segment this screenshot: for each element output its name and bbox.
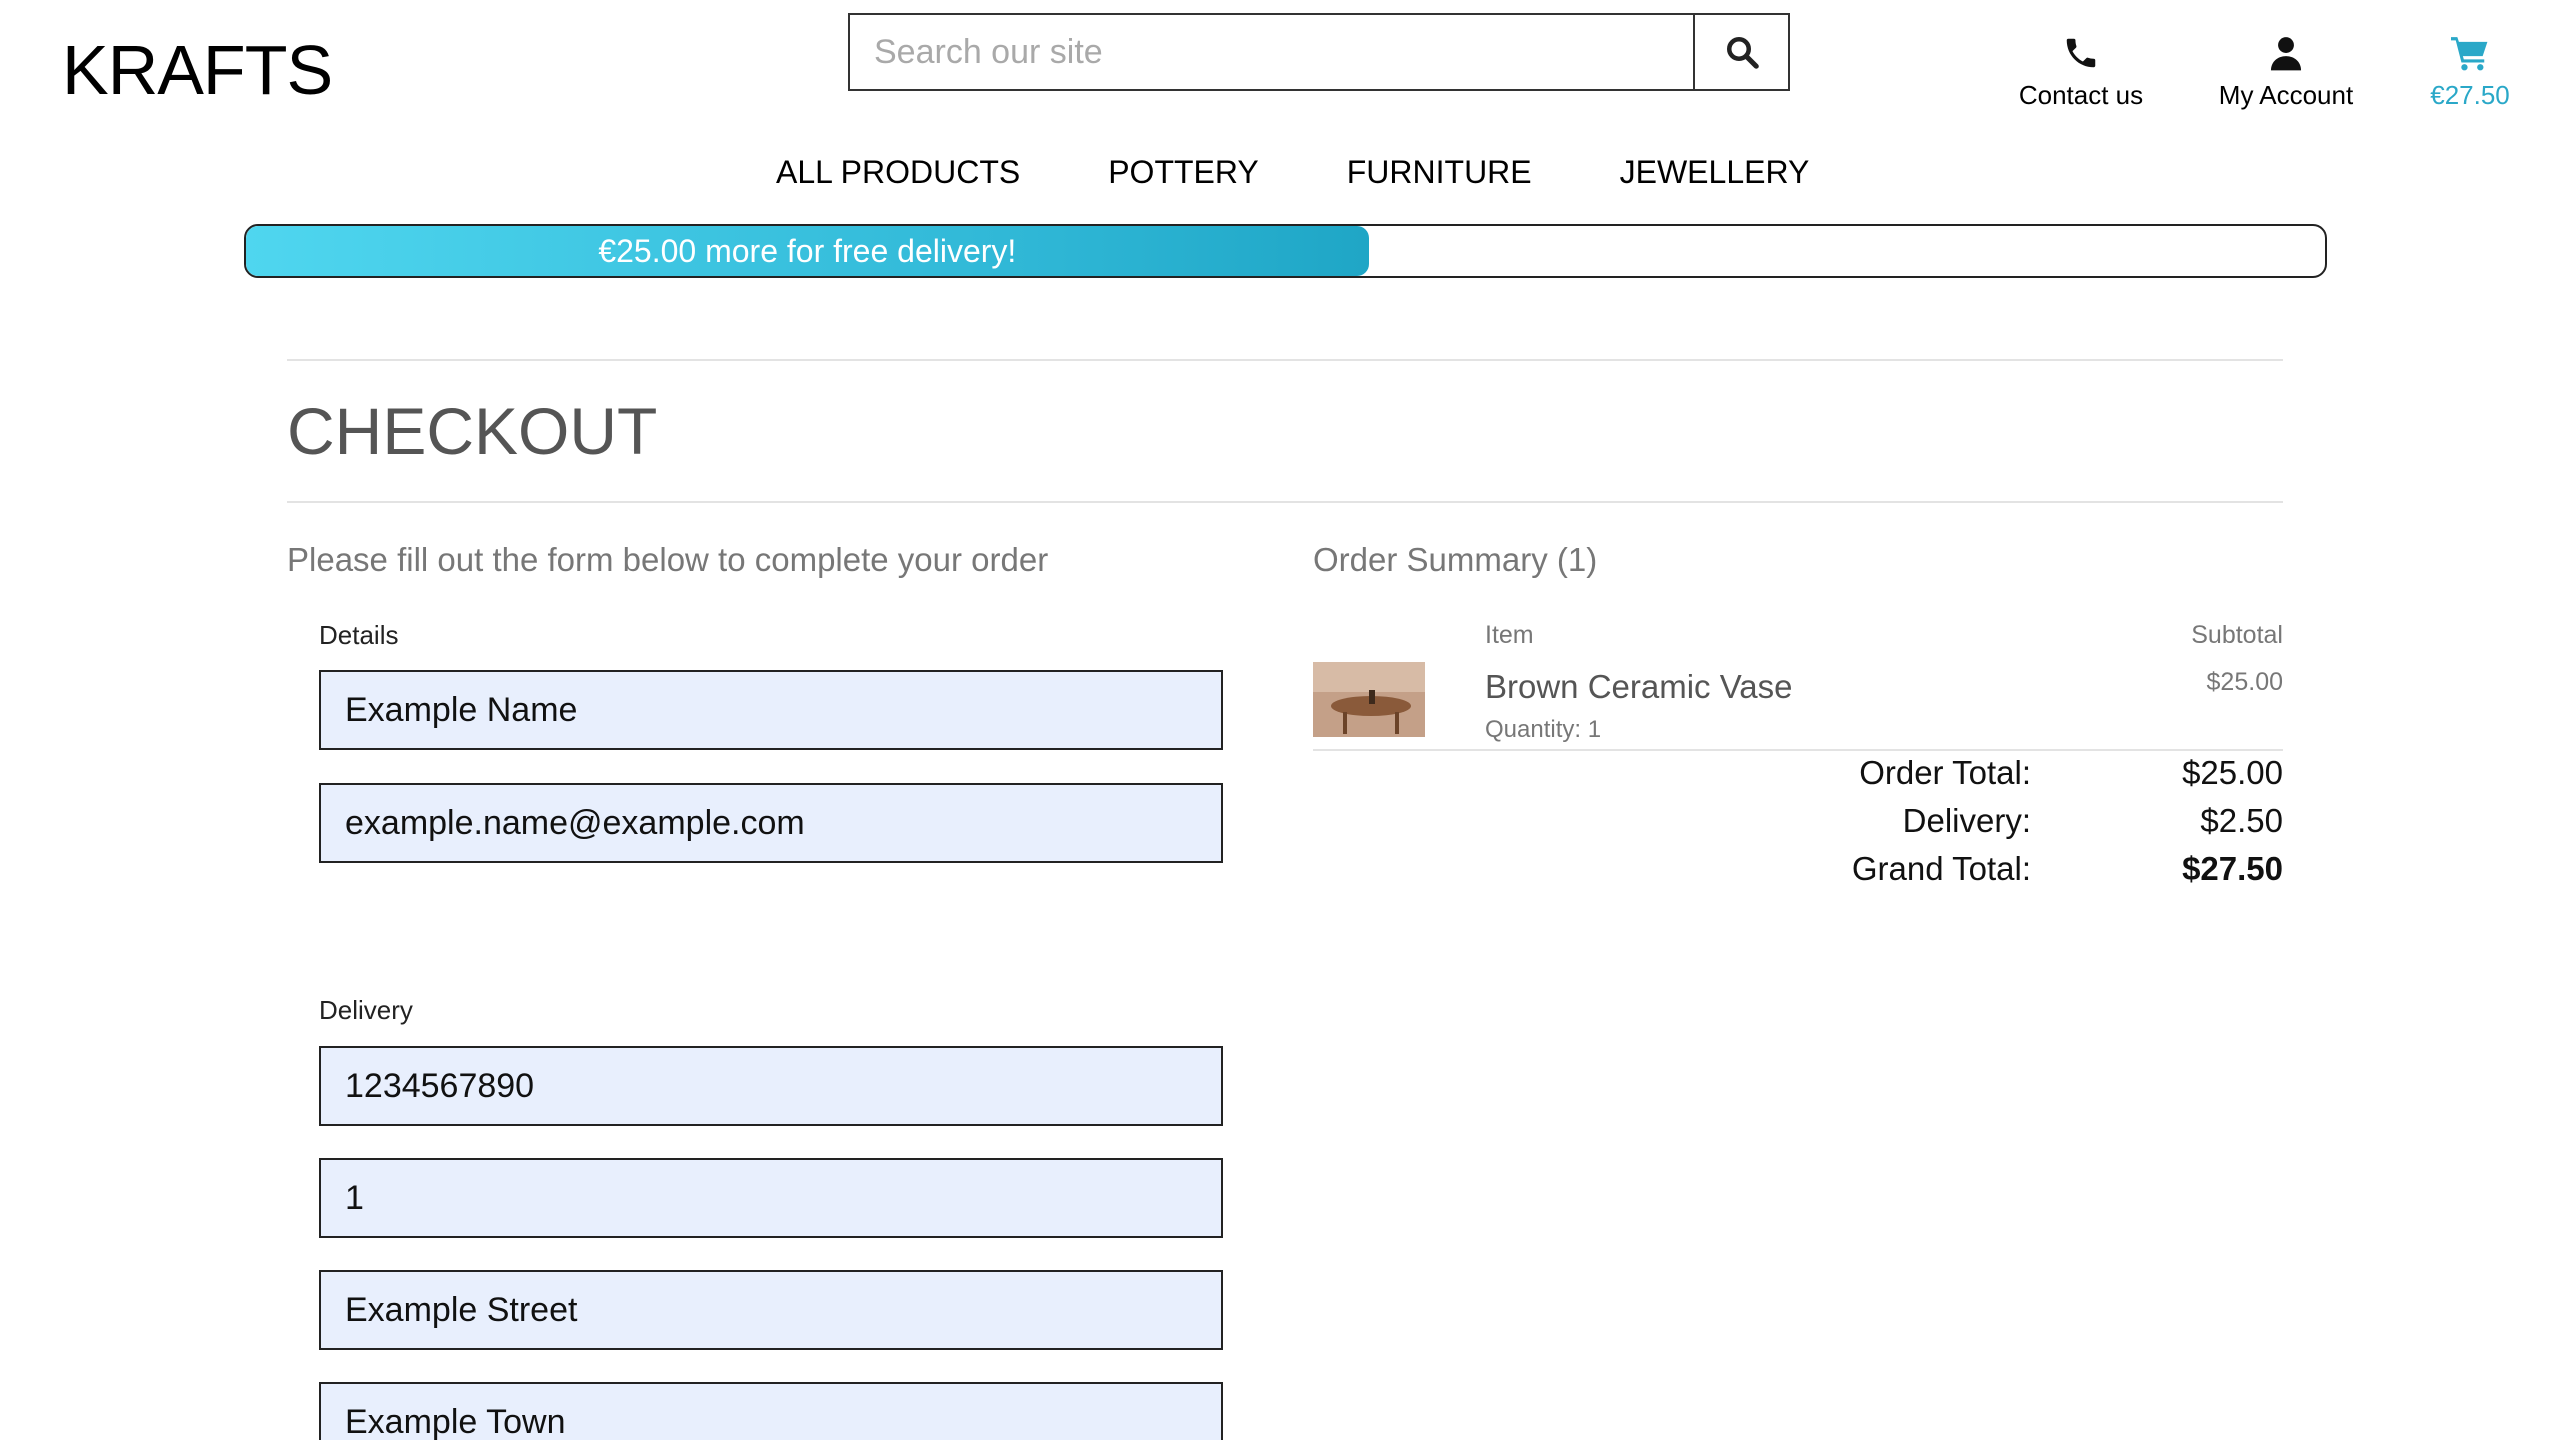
delivery-value: $2.50 [2200, 802, 2283, 839]
subtotal-column-header: Subtotal [2191, 621, 2283, 649]
nav-all-products[interactable]: ALL PRODUCTS [776, 154, 1020, 191]
free-delivery-message: €25.00 more for free delivery! [598, 232, 1017, 269]
search-icon [1726, 37, 1759, 69]
order-total-label: Order Total: [1859, 754, 2031, 791]
main-nav: ALL PRODUCTS POTTERY FURNITURE JEWELLERY [776, 154, 1809, 191]
search-input[interactable] [848, 13, 1693, 91]
order-total-value: $25.00 [2182, 754, 2283, 791]
user-icon [2270, 37, 2302, 71]
product-thumbnail [1313, 662, 1425, 737]
item-column-header: Item [1485, 621, 1534, 649]
grand-total-value: $27.50 [2182, 850, 2283, 887]
town-field[interactable] [319, 1382, 1223, 1440]
email-field[interactable] [319, 783, 1223, 863]
grand-total-row: Grand Total: $27.50 [1313, 850, 2283, 894]
item-subtotal: $25.00 [2206, 668, 2283, 696]
cart-total: €27.50 [2430, 80, 2510, 110]
form-intro-text: Please fill out the form below to comple… [287, 541, 1049, 578]
cart-icon [2451, 37, 2488, 71]
order-total-row: Order Total: $25.00 [1313, 754, 2283, 798]
delivery-label: Delivery: [1902, 802, 2031, 839]
free-delivery-progress-fill: €25.00 more for free delivery! [246, 226, 1369, 276]
divider [287, 359, 2283, 361]
divider [287, 501, 2283, 503]
full-name-field[interactable] [319, 670, 1223, 750]
street-address2-field[interactable] [319, 1270, 1223, 1350]
delivery-row: Delivery: $2.50 [1313, 802, 2283, 846]
delivery-fieldset-label: Delivery [319, 995, 413, 1025]
nav-pottery[interactable]: POTTERY [1108, 154, 1259, 191]
my-account-link[interactable]: My Account [2206, 34, 2366, 111]
page-title: CHECKOUT [287, 394, 658, 468]
cart-link[interactable]: €27.50 [2420, 34, 2520, 111]
item-quantity: Quantity: 1 [1485, 716, 1602, 743]
nav-jewellery[interactable]: JEWELLERY [1620, 154, 1810, 191]
free-delivery-progress: €25.00 more for free delivery! [244, 224, 2327, 278]
phone-number-field[interactable] [319, 1046, 1223, 1126]
my-account-label: My Account [2218, 80, 2354, 110]
order-summary-title: Order Summary (1) [1313, 541, 1598, 578]
item-name[interactable]: Brown Ceramic Vase [1485, 668, 1793, 706]
nav-furniture[interactable]: FURNITURE [1347, 154, 1532, 191]
details-fieldset-label: Details [319, 620, 399, 650]
search-bar [848, 13, 1790, 91]
divider [1313, 749, 2283, 751]
search-button[interactable] [1693, 13, 1790, 91]
contact-link[interactable]: Contact us [2006, 34, 2156, 111]
grand-total-label: Grand Total: [1851, 850, 2031, 887]
phone-icon [2066, 38, 2096, 68]
contact-label: Contact us [2018, 80, 2144, 110]
street-address1-field[interactable] [319, 1158, 1223, 1238]
site-logo[interactable]: KRAFTS [62, 30, 333, 110]
